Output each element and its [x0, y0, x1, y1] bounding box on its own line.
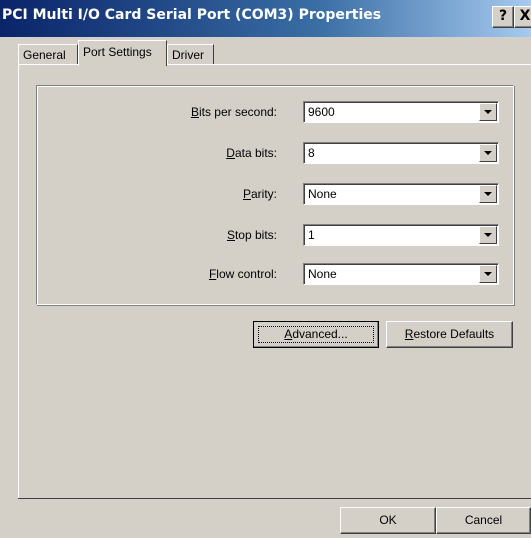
tab-port-settings[interactable]: Port Settings: [78, 40, 167, 66]
window-title: PCI Multi I/O Card Serial Port (COM3) Pr…: [2, 7, 382, 23]
flow-control-label: Flow control:: [208, 267, 277, 281]
chevron-down-icon[interactable]: [479, 226, 497, 244]
data-bits-value: 8: [308, 146, 315, 160]
stop-bits-select[interactable]: 1: [303, 224, 499, 246]
parity-select[interactable]: None: [303, 183, 499, 205]
chevron-down-icon[interactable]: [479, 185, 497, 203]
chevron-down-icon[interactable]: [479, 265, 497, 283]
tab-general[interactable]: General: [18, 44, 78, 64]
focus-rectangle: [258, 326, 374, 343]
help-button[interactable]: ?: [492, 6, 514, 28]
title-bar: PCI Multi I/O Card Serial Port (COM3) Pr…: [0, 0, 531, 37]
chevron-down-icon[interactable]: [479, 103, 497, 121]
bits-per-second-label: Bits per second:: [190, 105, 277, 119]
close-button[interactable]: X: [514, 6, 531, 28]
chevron-down-icon[interactable]: [479, 144, 497, 162]
stop-bits-label: Stop bits:: [226, 228, 277, 242]
restore-defaults-button[interactable]: Restore Defaults: [386, 321, 513, 348]
ok-button[interactable]: OK: [340, 507, 436, 534]
parity-label: Parity:: [242, 187, 277, 201]
tab-driver[interactable]: Driver: [167, 44, 214, 64]
port-settings-group: Bits per second: 9600 Data bits: 8 Parit…: [36, 85, 514, 305]
cancel-button[interactable]: Cancel: [436, 507, 531, 534]
data-bits-select[interactable]: 8: [303, 142, 499, 164]
parity-value: None: [308, 187, 337, 201]
bits-per-second-select[interactable]: 9600: [303, 101, 499, 123]
stop-bits-value: 1: [308, 228, 315, 242]
advanced-button[interactable]: Advanced...: [253, 321, 379, 348]
bits-per-second-value: 9600: [308, 105, 335, 119]
tab-page-bottom-edge: [18, 498, 531, 499]
flow-control-select[interactable]: None: [303, 263, 499, 285]
flow-control-value: None: [308, 267, 337, 281]
data-bits-label: Data bits:: [226, 146, 277, 160]
